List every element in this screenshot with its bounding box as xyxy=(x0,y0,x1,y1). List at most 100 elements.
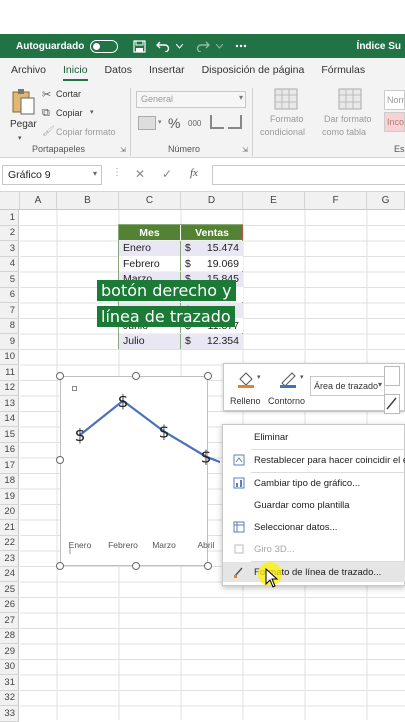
row-header[interactable]: 33 xyxy=(0,706,19,722)
menu-item-save-template[interactable]: Guardar como plantilla xyxy=(223,495,405,515)
data-point-marker[interactable]: $ xyxy=(201,448,212,468)
copy-icon[interactable]: ⧉ xyxy=(42,107,50,120)
currency-format-icon[interactable] xyxy=(138,116,156,130)
row-header[interactable]: 19 xyxy=(0,489,19,505)
chart-handle-mid-left[interactable] xyxy=(56,456,64,464)
chart-handle-bottom-right[interactable] xyxy=(204,562,212,570)
undo-dropdown-icon[interactable] xyxy=(172,39,186,53)
chart-elements-button[interactable] xyxy=(384,366,400,386)
decrease-decimal-icon[interactable] xyxy=(228,115,242,129)
redo-dropdown-icon[interactable] xyxy=(212,39,226,53)
column-header-b[interactable]: B xyxy=(57,192,119,210)
chart-handle-bottom-mid[interactable] xyxy=(132,562,140,570)
table-header-sales[interactable]: Ventas xyxy=(181,225,243,240)
data-point-marker[interactable]: $ xyxy=(159,422,170,442)
row-header[interactable]: 5 xyxy=(0,272,19,288)
row-header[interactable]: 16 xyxy=(0,442,19,458)
row-header[interactable]: 7 xyxy=(0,303,19,319)
copy-dropdown-icon[interactable]: ▾ xyxy=(90,108,94,116)
cut-button[interactable]: Cortar xyxy=(56,89,81,99)
tab-datos[interactable]: Datos xyxy=(105,64,132,76)
row-header[interactable]: 25 xyxy=(0,582,19,598)
row-header[interactable]: 13 xyxy=(0,396,19,412)
column-header-c[interactable]: C xyxy=(119,192,181,210)
row-header[interactable]: 2 xyxy=(0,225,19,241)
chart-handle-top-mid[interactable] xyxy=(132,372,140,380)
format-painter-icon[interactable]: 🖌 xyxy=(42,126,55,137)
column-header-d[interactable]: D xyxy=(181,192,243,210)
number-format-select[interactable]: General ▾ xyxy=(136,91,246,108)
currency-dropdown-icon[interactable]: ▾ xyxy=(158,118,162,126)
table-cell-currency[interactable]: $ xyxy=(181,333,201,349)
table-cell-currency[interactable]: $ xyxy=(181,256,201,271)
paste-dropdown-icon[interactable]: ▾ xyxy=(18,134,22,142)
table-cell-currency[interactable]: $ xyxy=(181,240,201,256)
row-header[interactable]: 14 xyxy=(0,411,19,427)
chart-plot-handle[interactable] xyxy=(72,386,77,391)
chart-handle-top-right[interactable] xyxy=(204,372,212,380)
autosave-toggle[interactable] xyxy=(90,39,119,53)
menu-item-change-chart-type[interactable]: Cambiar tipo de gráfico... xyxy=(223,473,405,493)
row-header[interactable]: 1 xyxy=(0,210,19,226)
column-header-e[interactable]: E xyxy=(243,192,305,210)
percent-icon[interactable]: % xyxy=(168,115,180,131)
menu-item-delete[interactable]: Eliminar xyxy=(223,427,405,447)
chart-handle-top-left[interactable] xyxy=(56,372,64,380)
cancel-icon[interactable]: ✕ xyxy=(135,167,145,181)
tab-inicio[interactable]: Inicio xyxy=(63,64,88,81)
table-cell-month[interactable]: Enero xyxy=(119,240,181,256)
table-header-month[interactable]: Mes xyxy=(119,225,181,240)
row-header[interactable]: 9 xyxy=(0,334,19,350)
row-header[interactable]: 12 xyxy=(0,380,19,396)
tab-formulas[interactable]: Fórmulas xyxy=(321,64,365,76)
row-header[interactable]: 24 xyxy=(0,566,19,582)
copy-format-button[interactable]: Copiar formato xyxy=(56,127,116,137)
row-header[interactable]: 11 xyxy=(0,365,19,381)
table-cell-sales[interactable]: 19.069 xyxy=(201,256,243,271)
table-cell-sales[interactable]: 12.354 xyxy=(201,333,243,349)
row-header[interactable]: 6 xyxy=(0,287,19,303)
menu-item-select-data[interactable]: Seleccionar datos... xyxy=(223,517,405,537)
table-cell-month[interactable]: Febrero xyxy=(119,256,181,271)
clipboard-launcher-icon[interactable]: ⇲ xyxy=(120,146,126,154)
table-format-button[interactable]: Dar formato como tabla xyxy=(318,88,380,142)
more-options-icon[interactable] xyxy=(234,39,248,53)
name-box-dropdown-icon[interactable]: ▾ xyxy=(93,169,97,178)
row-header[interactable]: 15 xyxy=(0,427,19,443)
column-header-f[interactable]: F xyxy=(305,192,367,210)
row-header[interactable]: 17 xyxy=(0,458,19,474)
column-header-a[interactable]: A xyxy=(20,192,57,210)
row-header[interactable]: 20 xyxy=(0,504,19,520)
row-header[interactable]: 30 xyxy=(0,659,19,675)
chart-element-select[interactable]: Área de trazado ▾ xyxy=(310,376,385,396)
row-header[interactable]: 31 xyxy=(0,675,19,691)
menu-item-3d-rotation[interactable]: Giro 3D... xyxy=(223,539,405,559)
paste-button[interactable]: Pegar xyxy=(8,88,38,134)
tab-disposicion[interactable]: Disposición de página xyxy=(202,64,305,76)
row-header[interactable]: 18 xyxy=(0,473,19,489)
menu-item-format-plot-area-line[interactable]: Formato de línea de trazado... xyxy=(223,562,405,582)
formula-input[interactable] xyxy=(212,165,405,185)
table-cell-month[interactable]: Julio xyxy=(119,333,181,349)
conditional-format-button[interactable]: Formato condicional xyxy=(256,88,316,142)
series-line[interactable] xyxy=(79,399,220,468)
row-header[interactable]: 23 xyxy=(0,551,19,567)
row-header[interactable]: 32 xyxy=(0,690,19,706)
style-normal[interactable]: Norr xyxy=(384,90,405,110)
column-header-g[interactable]: G xyxy=(367,192,405,210)
number-launcher-icon[interactable]: ⇲ xyxy=(242,146,248,154)
row-header[interactable]: 26 xyxy=(0,597,19,613)
chart-styles-button[interactable] xyxy=(384,394,400,414)
redo-icon[interactable] xyxy=(196,39,211,53)
tab-archivo[interactable]: Archivo xyxy=(11,64,46,76)
data-point-marker[interactable]: $ xyxy=(75,426,86,446)
increase-decimal-icon[interactable] xyxy=(210,115,224,129)
row-header[interactable]: 22 xyxy=(0,535,19,551)
row-header[interactable]: 4 xyxy=(0,256,19,272)
row-header[interactable]: 21 xyxy=(0,520,19,536)
style-incorrect[interactable]: Inco xyxy=(384,112,405,132)
chart-handle-bottom-left[interactable] xyxy=(56,562,64,570)
save-icon[interactable] xyxy=(132,39,146,53)
row-header[interactable]: 27 xyxy=(0,613,19,629)
cut-icon[interactable]: ✂ xyxy=(42,88,51,101)
